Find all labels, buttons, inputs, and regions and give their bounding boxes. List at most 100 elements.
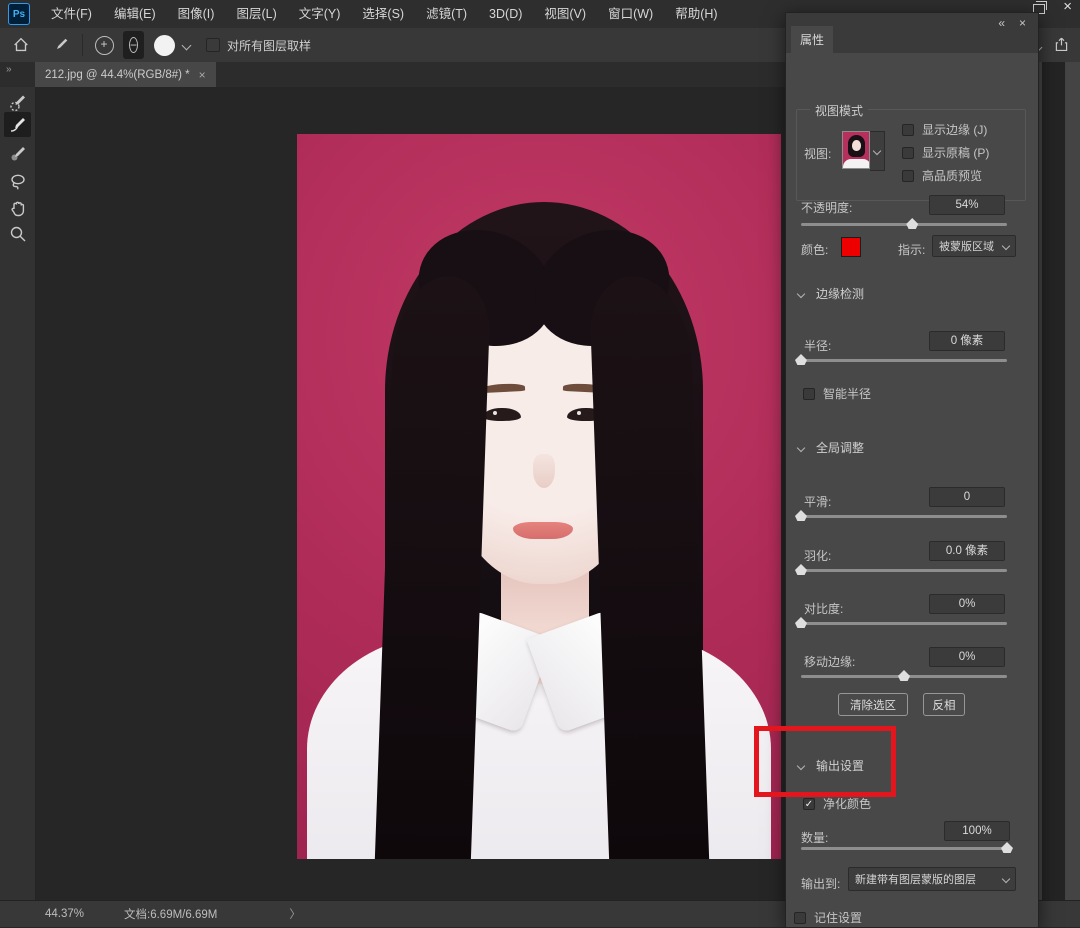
smart-radius-row[interactable]: 智能半径 bbox=[803, 385, 871, 402]
status-chevron-icon[interactable]: 〉 bbox=[289, 906, 301, 922]
shift-edge-slider[interactable] bbox=[801, 675, 1007, 678]
refine-edge-brush-icon bbox=[8, 115, 28, 135]
high-quality-preview-row[interactable]: 高品质预览 bbox=[902, 167, 982, 184]
shift-edge-label: 移动边缘: bbox=[804, 653, 855, 670]
smooth-slider[interactable] bbox=[801, 515, 1007, 518]
section-edge-detection[interactable]: 边缘检测 bbox=[798, 285, 864, 302]
contrast-value[interactable]: 0% bbox=[929, 594, 1005, 614]
contrast-slider-thumb[interactable] bbox=[795, 617, 807, 628]
view-thumbnail bbox=[842, 131, 870, 169]
tab-close-icon[interactable]: × bbox=[199, 68, 206, 82]
contrast-slider[interactable] bbox=[801, 622, 1007, 625]
feather-slider[interactable] bbox=[801, 569, 1007, 572]
hand-icon bbox=[8, 198, 28, 218]
smart-radius-label: 智能半径 bbox=[823, 385, 871, 402]
show-edge-row[interactable]: 显示边缘 (J) bbox=[902, 121, 987, 138]
hand-tool[interactable] bbox=[4, 195, 31, 220]
feather-value[interactable]: 0.0 像素 bbox=[929, 541, 1005, 561]
shift-edge-slider-thumb[interactable] bbox=[898, 670, 910, 681]
brush-tool[interactable] bbox=[4, 141, 31, 166]
amount-slider-thumb[interactable] bbox=[1001, 842, 1013, 853]
opacity-value[interactable]: 54% bbox=[929, 195, 1005, 215]
show-original-row[interactable]: 显示原稿 (P) bbox=[902, 144, 989, 161]
high-quality-preview-label: 高品质预览 bbox=[922, 167, 982, 184]
indicates-dropdown[interactable]: 被蒙版区域 bbox=[932, 235, 1016, 257]
menu-window[interactable]: 窗口(W) bbox=[597, 0, 664, 28]
smooth-slider-thumb[interactable] bbox=[795, 510, 807, 521]
remember-settings-checkbox[interactable] bbox=[794, 912, 806, 924]
contrast-label: 对比度: bbox=[804, 600, 843, 617]
tab-properties[interactable]: 属性 bbox=[791, 26, 833, 53]
canvas-photo[interactable] bbox=[297, 134, 781, 859]
menu-filter[interactable]: 滤镜(T) bbox=[415, 0, 478, 28]
panel-collapse-icon[interactable]: « bbox=[998, 16, 1005, 30]
shift-edge-value[interactable]: 0% bbox=[929, 647, 1005, 667]
invert-button[interactable]: 反相 bbox=[923, 693, 965, 716]
clear-selection-button[interactable]: 清除选区 bbox=[838, 693, 908, 716]
lasso-tool[interactable] bbox=[4, 168, 31, 193]
radius-slider-thumb[interactable] bbox=[795, 354, 807, 365]
menu-type[interactable]: 文字(Y) bbox=[288, 0, 352, 28]
view-thumbnail-button[interactable] bbox=[842, 131, 885, 171]
feather-row: 羽化: 0.0 像素 bbox=[786, 537, 1038, 581]
chevron-down-icon bbox=[1002, 242, 1010, 250]
color-swatch[interactable] bbox=[841, 237, 861, 257]
add-to-selection-button[interactable]: + bbox=[91, 32, 117, 58]
share-export-button[interactable] bbox=[1053, 36, 1070, 58]
feather-slider-thumb[interactable] bbox=[795, 564, 807, 575]
opacity-slider-thumb[interactable] bbox=[906, 218, 918, 229]
opacity-slider[interactable] bbox=[801, 223, 1007, 226]
subtract-from-selection-button[interactable]: − bbox=[123, 31, 144, 59]
radius-label: 半径: bbox=[804, 337, 831, 354]
chevron-down-icon bbox=[797, 289, 805, 297]
show-edge-checkbox[interactable] bbox=[902, 124, 914, 136]
refine-edge-brush-tool[interactable] bbox=[4, 112, 31, 137]
brush-tip-preview[interactable] bbox=[154, 35, 175, 56]
smooth-value[interactable]: 0 bbox=[929, 487, 1005, 507]
global-refinements-title: 全局调整 bbox=[816, 439, 864, 456]
brush-options-button[interactable] bbox=[48, 32, 74, 58]
decontaminate-colors-checkbox[interactable]: ✓ bbox=[803, 798, 815, 810]
chevron-down-icon bbox=[873, 147, 881, 155]
menu-layer[interactable]: 图层(L) bbox=[225, 0, 287, 28]
chevron-down-icon[interactable] bbox=[182, 40, 192, 50]
smooth-label: 平滑: bbox=[804, 493, 831, 510]
zoom-level[interactable]: 44.37% bbox=[45, 908, 84, 920]
radius-value[interactable]: 0 像素 bbox=[929, 331, 1005, 351]
contrast-row: 对比度: 0% bbox=[786, 590, 1038, 634]
high-quality-preview-checkbox[interactable] bbox=[902, 170, 914, 182]
output-to-dropdown[interactable]: 新建带有图层蒙版的图层 bbox=[848, 867, 1016, 891]
menu-edit[interactable]: 编辑(E) bbox=[103, 0, 167, 28]
collapsed-dock-strip bbox=[1042, 62, 1065, 900]
amount-slider[interactable] bbox=[801, 847, 1007, 850]
home-icon bbox=[12, 36, 30, 54]
menu-view[interactable]: 视图(V) bbox=[533, 0, 597, 28]
window-close-icon[interactable]: × bbox=[1063, 0, 1072, 14]
document-tab[interactable]: 212.jpg @ 44.4%(RGB/8#) * × bbox=[35, 62, 216, 87]
expand-dock-icon[interactable]: » bbox=[6, 64, 11, 75]
radius-slider[interactable] bbox=[801, 359, 1007, 362]
indicates-label: 指示: bbox=[898, 241, 925, 258]
zoom-tool[interactable] bbox=[4, 221, 31, 246]
smart-radius-checkbox[interactable] bbox=[803, 388, 815, 400]
decontaminate-colors-row[interactable]: ✓ 净化颜色 bbox=[803, 795, 871, 812]
section-global-refinements[interactable]: 全局调整 bbox=[798, 439, 864, 456]
home-button[interactable] bbox=[8, 32, 34, 58]
photoshop-logo-icon: Ps bbox=[8, 3, 30, 25]
color-label: 颜色: bbox=[801, 241, 828, 258]
red-highlight-annotation bbox=[754, 726, 896, 797]
sample-all-layers-checkbox[interactable] bbox=[206, 38, 220, 52]
menu-select[interactable]: 选择(S) bbox=[351, 0, 415, 28]
menu-help[interactable]: 帮助(H) bbox=[664, 0, 728, 28]
menu-3d[interactable]: 3D(D) bbox=[478, 0, 533, 28]
remember-settings-label: 记住设置 bbox=[814, 909, 862, 926]
remember-settings-row[interactable]: 记住设置 bbox=[794, 909, 862, 926]
amount-label: 数量: bbox=[801, 829, 828, 846]
menu-image[interactable]: 图像(I) bbox=[167, 0, 226, 28]
document-tab-title: 212.jpg @ 44.4%(RGB/8#) * bbox=[45, 69, 190, 81]
amount-value[interactable]: 100% bbox=[944, 821, 1010, 841]
smooth-row: 平滑: 0 bbox=[786, 483, 1038, 527]
menu-file[interactable]: 文件(F) bbox=[40, 0, 103, 28]
show-original-checkbox[interactable] bbox=[902, 147, 914, 159]
panel-close-icon[interactable]: × bbox=[1019, 16, 1026, 30]
